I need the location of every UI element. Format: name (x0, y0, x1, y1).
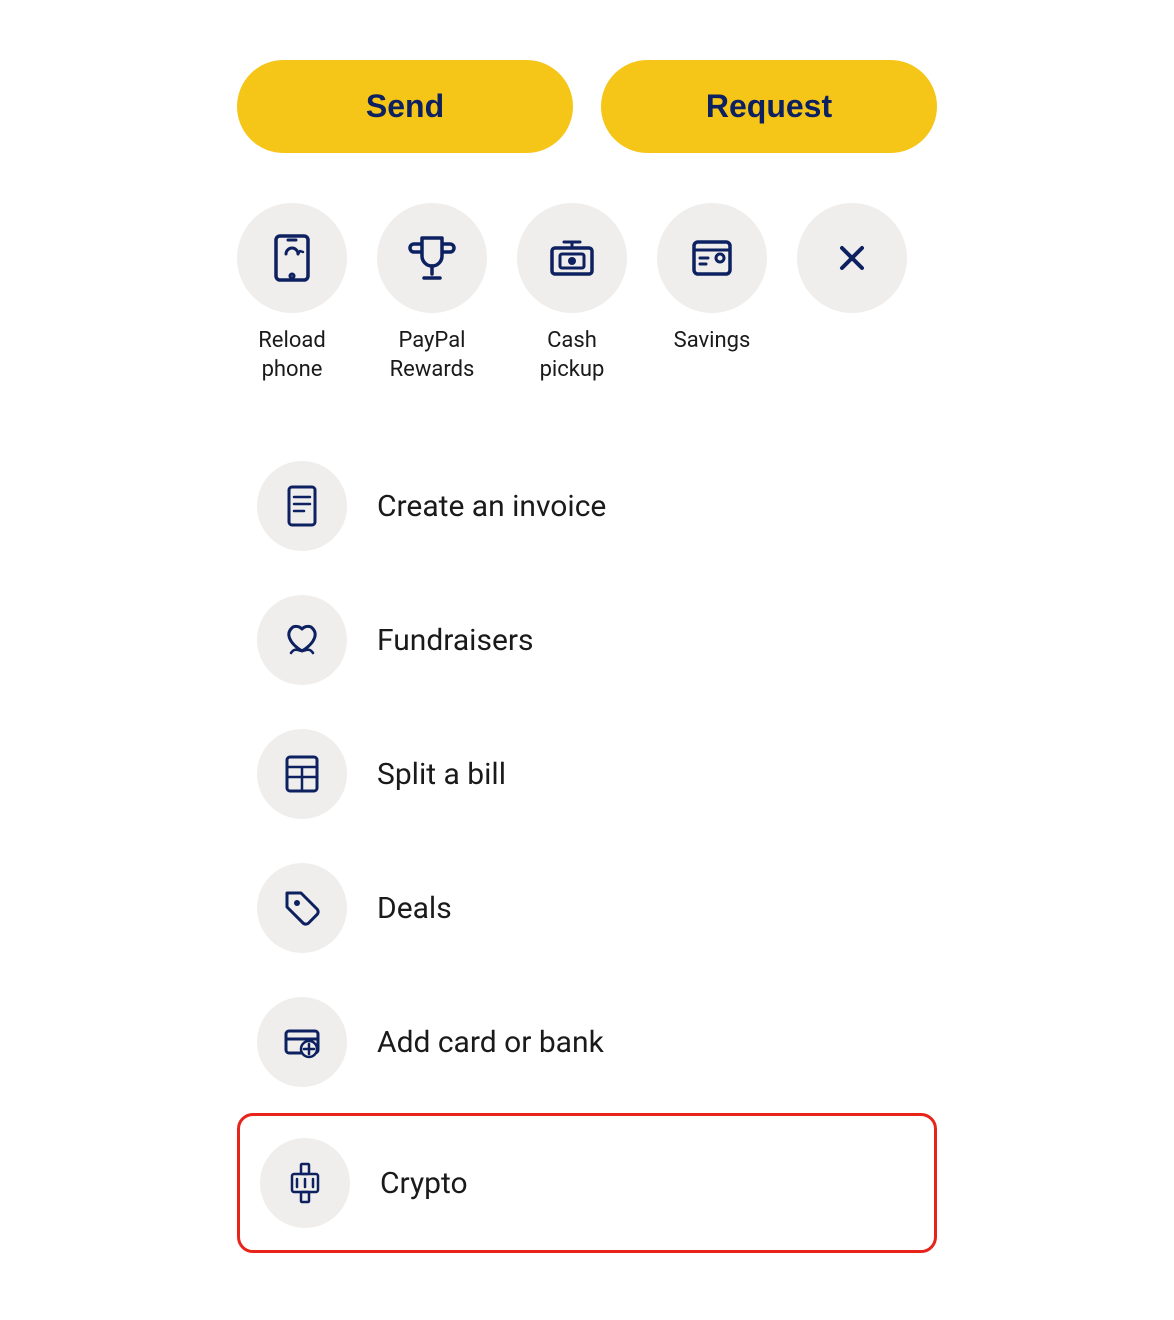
list-item-add-card-bank[interactable]: Add card or bank (237, 975, 937, 1109)
fundraisers-label: Fundraisers (377, 623, 534, 658)
quick-action-paypal-rewards[interactable]: PayPalRewards (377, 203, 487, 384)
reload-phone-icon-circle (237, 203, 347, 313)
close-icon (828, 234, 876, 282)
top-buttons-row: Send Request (237, 60, 937, 153)
main-container: Send Request Reloadphone (237, 60, 937, 1253)
deals-icon-circle (257, 863, 347, 953)
paypal-rewards-label: PayPalRewards (390, 327, 475, 384)
list-item-fundraisers[interactable]: Fundraisers (237, 573, 937, 707)
quick-actions-row: Reloadphone PayPalRewards (237, 203, 937, 384)
list-item-create-invoice[interactable]: Create an invoice (237, 439, 937, 573)
list-item-crypto[interactable]: Crypto (237, 1113, 937, 1253)
fundraisers-icon (279, 617, 325, 663)
cash-pickup-icon-circle (517, 203, 627, 313)
create-invoice-label: Create an invoice (377, 489, 606, 524)
add-card-bank-icon (279, 1019, 325, 1065)
add-card-bank-label: Add card or bank (377, 1025, 604, 1060)
invoice-icon (279, 483, 325, 529)
invoice-icon-circle (257, 461, 347, 551)
reload-phone-icon (266, 232, 318, 284)
reload-phone-label: Reloadphone (258, 327, 326, 384)
crypto-icon (282, 1160, 328, 1206)
quick-action-close[interactable] (797, 203, 907, 327)
quick-action-savings[interactable]: Savings (657, 203, 767, 356)
crypto-icon-circle (260, 1138, 350, 1228)
trophy-icon (406, 232, 458, 284)
savings-label: Savings (674, 327, 751, 356)
split-bill-icon-circle (257, 729, 347, 819)
deals-label: Deals (377, 891, 452, 926)
fundraisers-icon-circle (257, 595, 347, 685)
savings-icon (686, 232, 738, 284)
close-icon-circle (797, 203, 907, 313)
list-item-deals[interactable]: Deals (237, 841, 937, 975)
crypto-label: Crypto (380, 1166, 468, 1201)
request-button[interactable]: Request (601, 60, 937, 153)
quick-action-cash-pickup[interactable]: Cashpickup (517, 203, 627, 384)
add-card-bank-icon-circle (257, 997, 347, 1087)
send-button[interactable]: Send (237, 60, 573, 153)
savings-icon-circle (657, 203, 767, 313)
list-items-container: Create an invoice Fundraisers (237, 439, 937, 1253)
split-bill-icon (279, 751, 325, 797)
split-bill-label: Split a bill (377, 757, 506, 792)
cash-pickup-icon (546, 232, 598, 284)
cash-pickup-label: Cashpickup (540, 327, 605, 384)
deals-icon (279, 885, 325, 931)
list-item-split-bill[interactable]: Split a bill (237, 707, 937, 841)
trophy-icon-circle (377, 203, 487, 313)
quick-action-reload-phone[interactable]: Reloadphone (237, 203, 347, 384)
